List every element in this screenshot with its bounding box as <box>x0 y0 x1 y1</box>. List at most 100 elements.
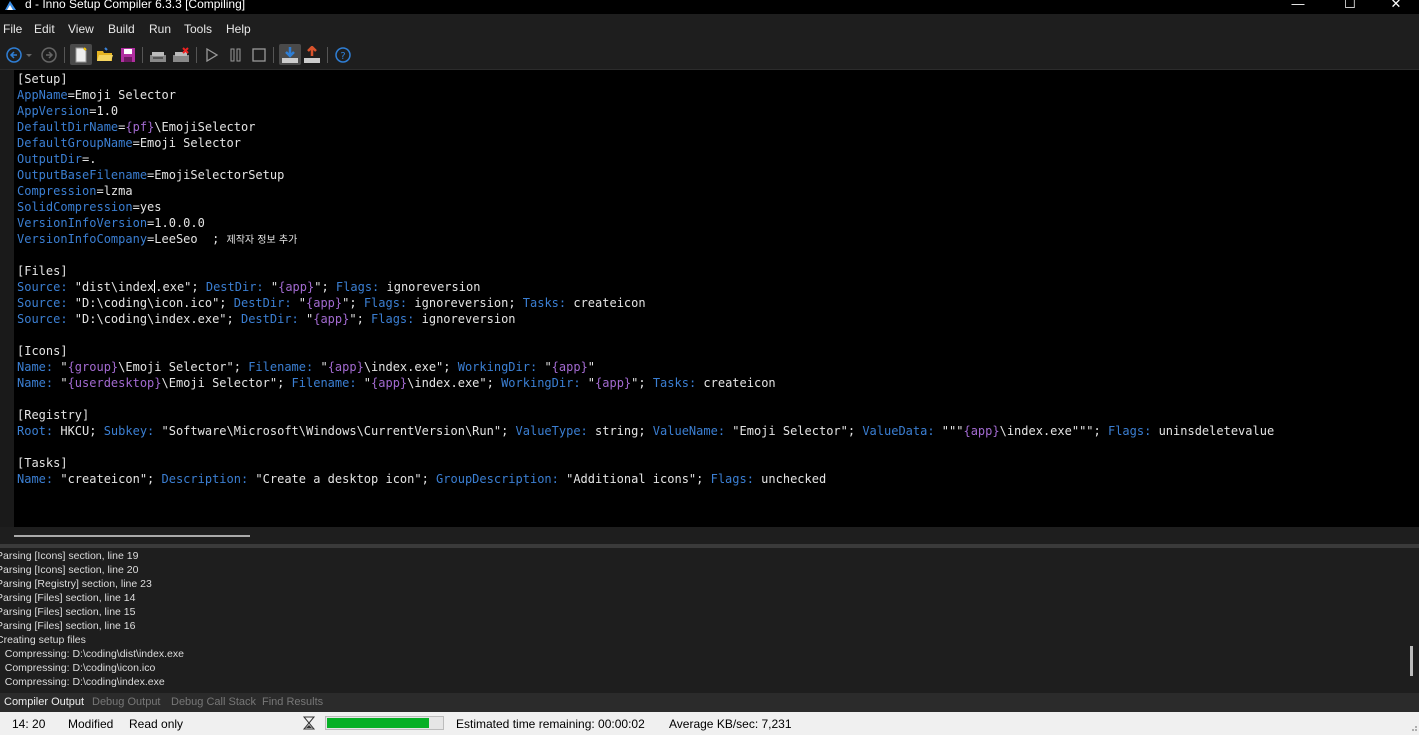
code-line[interactable]: Compression=lzma <box>17 183 1274 199</box>
title-bar[interactable]: d - Inno Setup Compiler 6.3.3 [Compiling… <box>0 0 1419 14</box>
code-line[interactable]: VersionInfoVersion=1.0.0.0 <box>17 215 1274 231</box>
dropdown-icon[interactable] <box>24 46 34 64</box>
code-token: "Additional icons"; <box>558 472 711 486</box>
script-text[interactable]: [Setup] AppName=Emoji Selector AppVersion=… <box>17 71 1274 487</box>
code-line[interactable]: [Icons] <box>17 343 1274 359</box>
compile-icon[interactable] <box>149 46 167 64</box>
window-title: d - Inno Setup Compiler 6.3.3 [Compiling… <box>25 0 246 11</box>
code-line[interactable]: [Tasks] <box>17 455 1274 471</box>
menu-help[interactable]: Help <box>226 22 251 36</box>
output-line: Parsing [Files] section, line 15 <box>0 606 136 618</box>
resize-grip-icon[interactable] <box>1410 720 1418 735</box>
output-line: Parsing [Icons] section, line 19 <box>0 550 139 562</box>
output-line: Compressing: D:\coding\dist\index.exe <box>0 648 184 660</box>
section-header: [Files] <box>17 264 68 278</box>
code-token: \index.exe"; <box>363 360 458 374</box>
constant-token: {app} <box>595 376 632 390</box>
target-setup-icon[interactable] <box>279 44 301 65</box>
back-icon[interactable] <box>5 46 23 64</box>
editor-gutter[interactable] <box>0 70 14 530</box>
target-uninstall-icon[interactable] <box>303 46 321 64</box>
new-file-icon[interactable] <box>70 44 92 65</box>
tab-debug-output[interactable]: Debug Output <box>92 696 161 708</box>
close-button[interactable]: ✕ <box>1373 0 1419 14</box>
code-token: .exe" <box>155 280 192 294</box>
code-line[interactable]: DefaultDirName={pf}\EmojiSelector <box>17 119 1274 135</box>
save-icon[interactable] <box>119 46 137 64</box>
menu-edit[interactable]: Edit <box>34 22 55 36</box>
directive-keyword: Source: <box>17 312 68 326</box>
minimize-button[interactable]: — <box>1275 0 1321 14</box>
code-token: =LeeSeo ; <box>147 232 227 246</box>
code-line[interactable] <box>17 327 1274 343</box>
menu-tools[interactable]: Tools <box>184 22 212 36</box>
code-token: "dist\index <box>67 280 155 294</box>
scrollbar-thumb[interactable] <box>1410 646 1413 676</box>
code-token: \index.exe"""; <box>999 424 1108 438</box>
tab-find-results[interactable]: Find Results <box>262 696 323 708</box>
code-token: ignoreversion <box>414 312 516 326</box>
code-line[interactable]: Name: "{userdesktop}\Emoji Selector"; Fi… <box>17 375 1274 391</box>
code-token: =lzma <box>96 184 133 198</box>
compiler-output-pane[interactable]: Parsing [Icons] section, line 19 Parsing … <box>0 548 1419 693</box>
directive-keyword: Source: <box>17 296 68 310</box>
code-line[interactable]: Name: "createicon"; Description: "Create… <box>17 471 1274 487</box>
code-line[interactable]: VersionInfoCompany=LeeSeo ; 제작자 정보 추가 <box>17 231 1274 247</box>
code-line[interactable]: AppVersion=1.0 <box>17 103 1274 119</box>
code-line[interactable]: AppName=Emoji Selector <box>17 87 1274 103</box>
pause-icon[interactable] <box>227 46 245 64</box>
code-line[interactable]: Source: "D:\coding\index.exe"; DestDir: … <box>17 311 1274 327</box>
editor-horizontal-scrollbar[interactable] <box>0 527 1419 544</box>
compiling-icon <box>302 716 316 733</box>
stop-icon[interactable] <box>250 46 268 64</box>
code-line[interactable] <box>17 247 1274 263</box>
code-token: " <box>53 360 68 374</box>
code-line[interactable]: SolidCompression=yes <box>17 199 1274 215</box>
constant-token: {app} <box>963 424 1000 438</box>
menu-build[interactable]: Build <box>108 22 135 36</box>
output-scrollbar[interactable] <box>1409 548 1419 693</box>
menu-view[interactable]: View <box>68 22 94 36</box>
code-line[interactable]: Source: "dist\index.exe"; DestDir: "{app… <box>17 279 1274 295</box>
directive-keyword: DestDir: <box>240 312 299 326</box>
directive-keyword: Flags: <box>335 280 380 294</box>
directive-keyword: Compression <box>17 184 97 198</box>
run-icon[interactable] <box>203 46 221 64</box>
cursor-position: 14: 20 <box>12 717 46 731</box>
app-icon <box>5 1 16 10</box>
forward-icon[interactable] <box>40 46 58 64</box>
help-icon[interactable]: ? <box>334 46 352 64</box>
tab-debug-call-stack[interactable]: Debug Call Stack <box>171 696 256 708</box>
code-line[interactable]: [Registry] <box>17 407 1274 423</box>
scrollbar-thumb[interactable] <box>14 535 250 537</box>
progress-fill <box>327 718 429 728</box>
average-speed: Average KB/sec: 7,231 <box>669 717 792 731</box>
code-token: =1.0 <box>89 104 119 118</box>
directive-keyword: Source: <box>17 280 68 294</box>
code-line[interactable]: DefaultGroupName=Emoji Selector <box>17 135 1274 151</box>
code-line[interactable]: OutputBaseFilename=EmojiSelectorSetup <box>17 167 1274 183</box>
code-line[interactable]: [Files] <box>17 263 1274 279</box>
open-folder-icon[interactable] <box>96 46 114 64</box>
directive-keyword: Flags: <box>363 296 408 310</box>
directive-keyword: DefaultDirName <box>17 120 119 134</box>
menu-file[interactable]: File <box>3 22 22 36</box>
modified-indicator: Modified <box>68 717 114 731</box>
maximize-button[interactable]: ☐ <box>1327 0 1373 14</box>
code-line[interactable]: OutputDir=. <box>17 151 1274 167</box>
code-line[interactable] <box>17 439 1274 455</box>
code-editor[interactable]: [Setup] AppName=Emoji Selector AppVersion=… <box>0 70 1419 530</box>
code-line[interactable]: [Setup] <box>17 71 1274 87</box>
directive-keyword: AppVersion <box>17 104 90 118</box>
estimated-time: Estimated time remaining: 00:00:02 <box>456 717 645 731</box>
directive-keyword: Tasks: <box>522 296 567 310</box>
code-line[interactable]: Source: "D:\coding\icon.ico"; DestDir: "… <box>17 295 1274 311</box>
code-line[interactable]: Root: HKCU; Subkey: "Software\Microsoft\… <box>17 423 1274 439</box>
code-line[interactable] <box>17 391 1274 407</box>
tab-compiler-output[interactable]: Compiler Output <box>4 696 84 708</box>
code-line[interactable]: Name: "{group}\Emoji Selector"; Filename… <box>17 359 1274 375</box>
output-line: Creating setup files <box>0 634 86 646</box>
stop-compile-icon[interactable] <box>172 46 190 64</box>
directive-keyword: WorkingDir: <box>501 376 581 390</box>
menu-run[interactable]: Run <box>149 22 171 36</box>
